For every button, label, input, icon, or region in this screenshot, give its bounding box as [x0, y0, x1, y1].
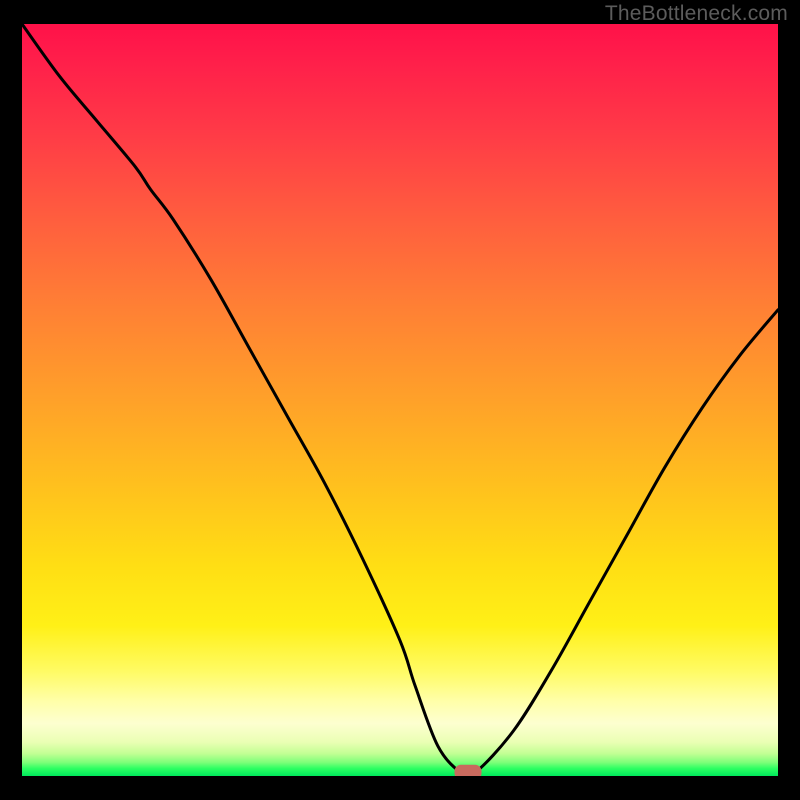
plot-area [22, 24, 778, 776]
bottleneck-curve-svg [22, 24, 778, 776]
bottleneck-curve [22, 24, 778, 776]
watermark-text: TheBottleneck.com [605, 2, 788, 26]
chart-frame: TheBottleneck.com [0, 0, 800, 800]
optimum-marker [455, 765, 481, 776]
